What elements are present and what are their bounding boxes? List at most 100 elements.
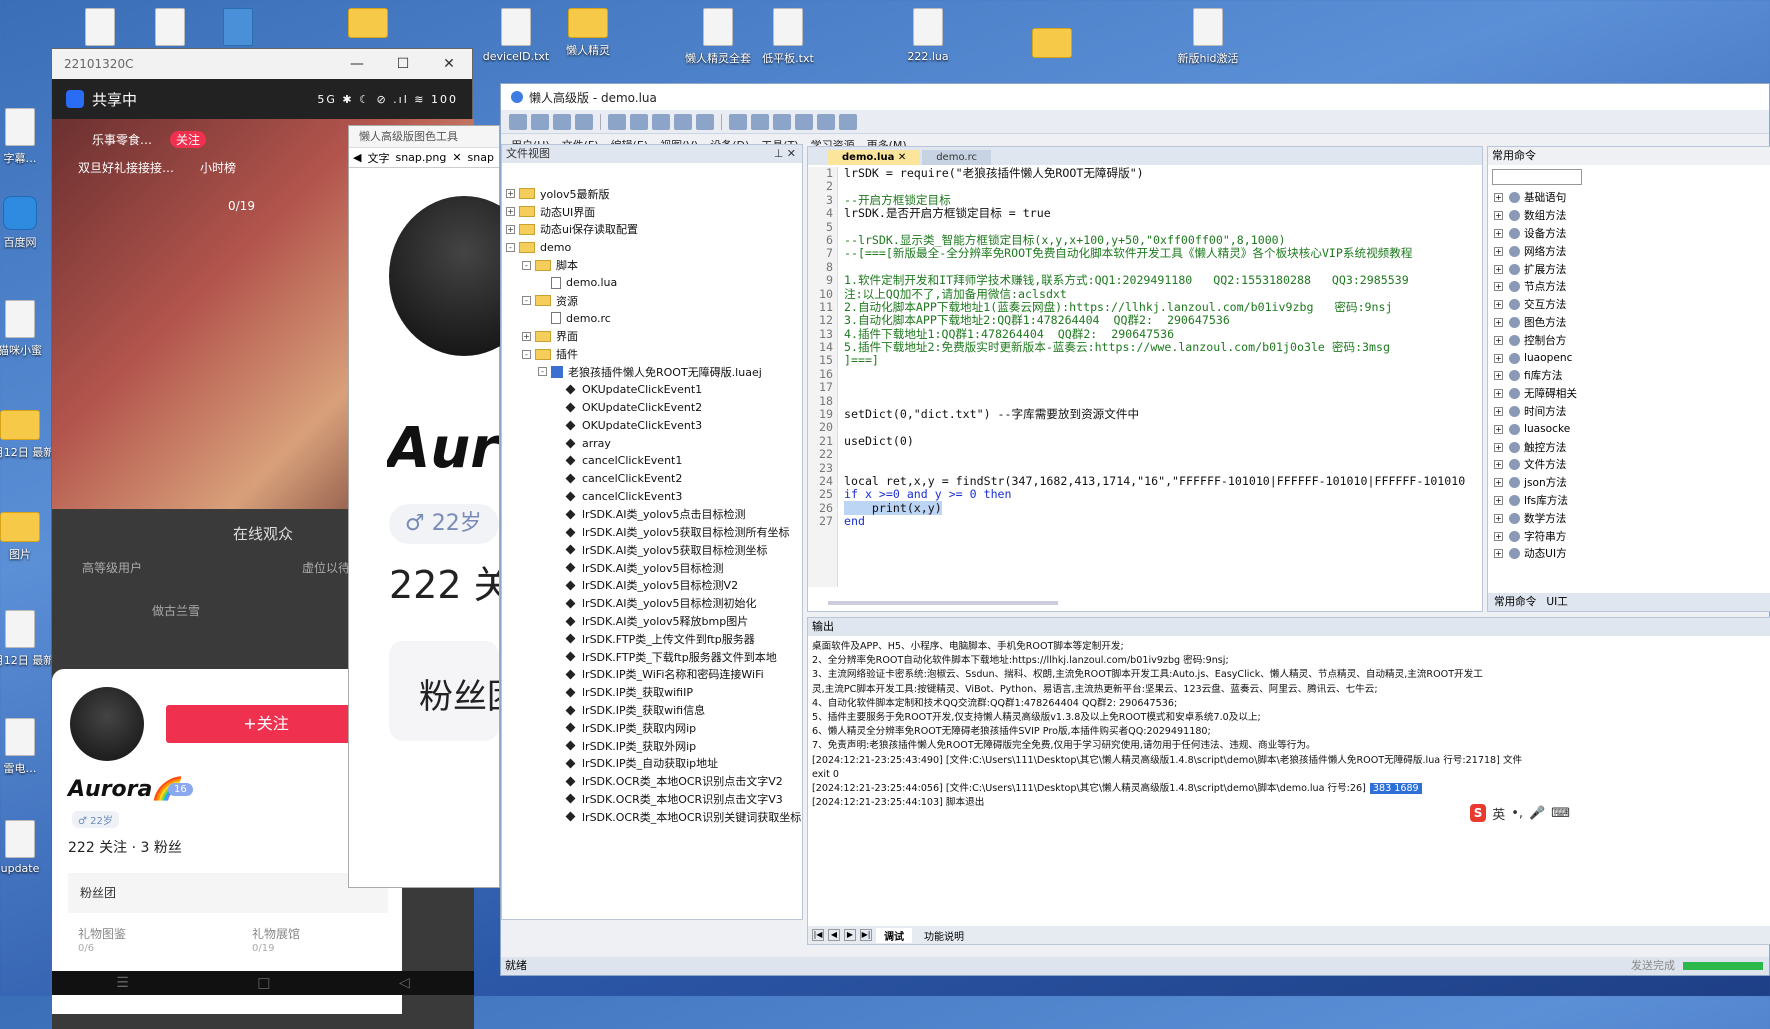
tab-ui-tools[interactable]: UI工 xyxy=(1546,593,1567,611)
gift-book[interactable]: 礼物图鉴 xyxy=(78,925,126,942)
code-line[interactable]: local ret,x,y = findStr(347,1682,413,171… xyxy=(844,474,1482,488)
ide-titlebar[interactable]: 懒人高级版 - demo.lua xyxy=(501,84,1769,110)
code-line[interactable] xyxy=(844,261,1482,274)
minimize-button[interactable]: — xyxy=(334,56,380,72)
tree-item[interactable]: lrSDK.AI类_yolov5目标检测初始化 xyxy=(502,594,802,612)
code-line[interactable] xyxy=(844,421,1482,434)
code-line[interactable]: --开启方框锁定目标 xyxy=(844,193,1482,207)
expand-icon[interactable]: + xyxy=(1494,264,1503,274)
screenshot-icon[interactable] xyxy=(795,113,813,130)
tree-item[interactable]: lrSDK.IP类_自动获取ip地址 xyxy=(502,755,802,773)
stop-icon[interactable] xyxy=(751,113,769,130)
code-line[interactable]: print(x,y) xyxy=(844,500,1482,515)
tree-item[interactable]: cancelClickEvent3 xyxy=(502,488,802,506)
desktop-icon[interactable]: 懒人精灵全套 xyxy=(680,8,756,66)
tree-item[interactable]: lrSDK.AI类_yolov5目标检测V2 xyxy=(502,577,802,595)
tree-item[interactable]: demo.rc xyxy=(502,310,802,328)
desktop-icon[interactable] xyxy=(1014,28,1090,62)
new-icon[interactable] xyxy=(509,113,527,130)
desktop-icon[interactable]: 猫咪小蜜 xyxy=(0,300,58,358)
tree-item[interactable]: lrSDK.OCR类_本地OCR识别点击文字V3 xyxy=(502,790,802,808)
tab-snap-2[interactable]: snap xyxy=(468,151,494,164)
expand-icon[interactable]: + xyxy=(1494,211,1503,221)
menu-nav-button[interactable]: ☰ xyxy=(116,975,129,991)
desktop-icon[interactable] xyxy=(200,8,276,50)
expand-icon[interactable]: + xyxy=(1494,335,1503,345)
collapse-icon[interactable]: - xyxy=(522,260,531,270)
open-icon[interactable] xyxy=(531,113,549,130)
tab-text[interactable]: 文字 xyxy=(367,150,389,166)
close-button[interactable]: ✕ xyxy=(426,56,472,72)
ime-punct[interactable]: •, xyxy=(1511,806,1523,821)
help-icon[interactable] xyxy=(817,113,835,130)
tree-item[interactable]: lrSDK.FTP类_上传文件到ftp服务器 xyxy=(502,630,802,648)
tree-item[interactable]: + 动态ui保存读取配置 xyxy=(502,221,802,239)
tree-item[interactable]: - 插件 xyxy=(502,345,802,363)
command-search-input[interactable] xyxy=(1492,169,1582,185)
desktop-icon[interactable]: update xyxy=(0,820,58,875)
expand-icon[interactable]: + xyxy=(506,224,515,234)
device-icon[interactable] xyxy=(773,113,791,130)
expand-icon[interactable]: + xyxy=(1494,495,1503,505)
desktop-icon[interactable]: 百度网 xyxy=(0,196,58,250)
tree-item[interactable]: + yolov5最新版 xyxy=(502,185,802,203)
tab-close-icon[interactable]: ✕ xyxy=(452,151,461,164)
tab-snap[interactable]: snap.png xyxy=(395,151,446,164)
expand-icon[interactable]: + xyxy=(1494,371,1503,381)
command-item[interactable]: + 文件方法 xyxy=(1494,456,1770,474)
expand-icon[interactable]: + xyxy=(1494,317,1503,327)
expand-icon[interactable]: + xyxy=(1494,406,1503,416)
pin-close-icon[interactable]: ⊥ ✕ xyxy=(774,145,802,163)
tree-item[interactable]: + 动态UI界面 xyxy=(502,203,802,221)
tree-item[interactable]: lrSDK.AI类_yolov5点击目标检测 xyxy=(502,505,802,523)
command-item[interactable]: + 基础语句 xyxy=(1494,189,1770,207)
tools-icon[interactable] xyxy=(839,113,857,130)
phone-window-titlebar[interactable]: 22101320C — ☐ ✕ xyxy=(52,49,472,79)
code-lines[interactable]: lrSDK = require("老狼孩插件懒人免ROOT无障碍版") --开启方… xyxy=(844,167,1482,529)
command-item[interactable]: + 无障碍相关 xyxy=(1494,385,1770,403)
tree-item[interactable]: lrSDK.IP类_WiFi名称和密码连接WiFi xyxy=(502,666,802,684)
tree-item[interactable]: OKUpdateClickEvent1 xyxy=(502,381,802,399)
collapse-icon[interactable]: - xyxy=(522,296,531,306)
desktop-icon[interactable] xyxy=(62,8,138,50)
command-item[interactable]: + 字符串方 xyxy=(1494,527,1770,545)
run-icon[interactable] xyxy=(729,113,747,130)
tree-item[interactable]: - 资源 xyxy=(502,292,802,310)
collapse-icon[interactable]: - xyxy=(522,349,531,359)
desktop-icon[interactable]: 2月12日 最新 xyxy=(0,610,58,668)
expand-icon[interactable]: + xyxy=(1494,300,1503,310)
tab-demo-rc[interactable]: demo.rc xyxy=(922,150,991,165)
desktop-icon[interactable] xyxy=(330,8,406,42)
tree-item[interactable]: lrSDK.IP类_获取wifi信息 xyxy=(502,701,802,719)
follow-button[interactable]: +关注 xyxy=(166,705,366,743)
command-item[interactable]: + fi库方法 xyxy=(1494,367,1770,385)
tree-item[interactable]: - 老狼孩插件懒人免ROOT无障碍版.luaej xyxy=(502,363,802,381)
ime-lang[interactable]: 英 xyxy=(1492,804,1505,823)
command-item[interactable]: + 设备方法 xyxy=(1494,225,1770,243)
code-line[interactable]: setDict(0,"dict.txt") --字库需要放到资源文件中 xyxy=(844,407,1482,421)
expand-icon[interactable]: + xyxy=(1494,442,1503,452)
cut-icon[interactable] xyxy=(652,113,670,130)
command-item[interactable]: + luasocke xyxy=(1494,420,1770,438)
expand-icon[interactable]: + xyxy=(506,189,515,199)
code-line[interactable] xyxy=(844,180,1482,193)
code-line[interactable]: end xyxy=(844,514,1482,528)
expand-icon[interactable]: + xyxy=(1494,478,1503,488)
collapse-icon[interactable]: - xyxy=(538,367,547,377)
horizontal-scrollbar[interactable] xyxy=(828,601,1058,605)
tab-function-help[interactable]: 功能说明 xyxy=(916,928,972,943)
command-item[interactable]: + 数学方法 xyxy=(1494,509,1770,527)
tree-item[interactable]: lrSDK.FTP类_下载ftp服务器文件到本地 xyxy=(502,648,802,666)
tree-item[interactable]: lrSDK.OCR类_本地OCR识别关键词获取坐标 xyxy=(502,808,802,826)
command-item[interactable]: + 节点方法 xyxy=(1494,278,1770,296)
tree-item[interactable]: array xyxy=(502,434,802,452)
command-item[interactable]: + 网络方法 xyxy=(1494,242,1770,260)
paste-icon[interactable] xyxy=(696,113,714,130)
command-item[interactable]: + luaopenc xyxy=(1494,349,1770,367)
expand-icon[interactable]: + xyxy=(1494,460,1503,470)
home-nav-button[interactable]: □ xyxy=(257,975,270,991)
color-tool-window[interactable]: 懒人高级版图色工具 ◀ 文字 snap.png ✕ snap Auro ♂ 22… xyxy=(348,125,539,888)
back-nav-button[interactable]: ◁ xyxy=(399,975,410,991)
tree-item[interactable]: cancelClickEvent2 xyxy=(502,470,802,488)
code-line[interactable] xyxy=(844,395,1482,408)
